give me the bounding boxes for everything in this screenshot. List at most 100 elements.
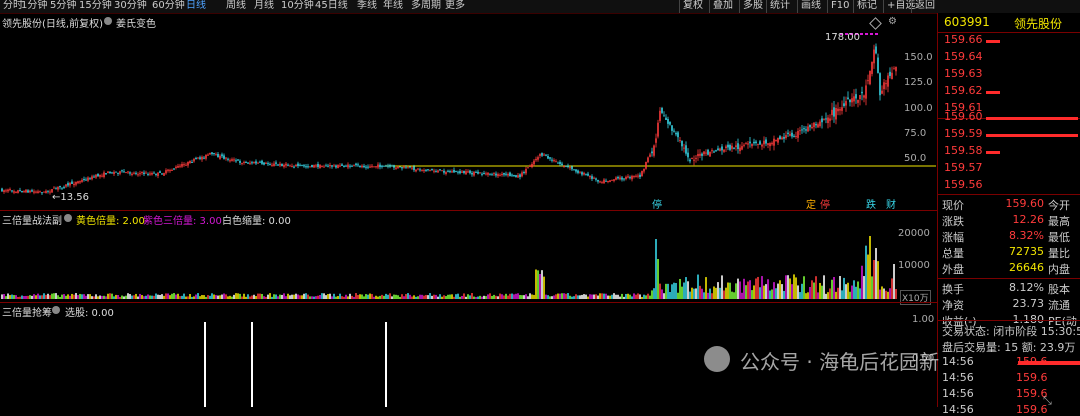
bid-price: 159.56 [944,178,983,191]
volume-bar [707,292,709,299]
toolbar-button[interactable]: 画线 [797,0,824,13]
candle-body [81,179,83,182]
timeframe-tab[interactable]: 30分钟 [114,0,147,12]
timeframe-tab[interactable]: 60分钟 [152,0,185,12]
candle-body [809,124,811,128]
candle-body [323,166,325,168]
volume-bar [699,285,701,299]
volume-bar [469,295,471,299]
candlestick-chart[interactable]: 停定停跌财 [0,14,936,210]
timeframe-tab[interactable]: 1分钟 [21,0,47,12]
ask-row[interactable]: 159.64 [938,50,1080,67]
volume-panel[interactable]: 三倍量战法副 黄色倍量: 2.00 紫色三倍量: 3.00 白色缩量: 0.00… [0,211,936,305]
candle-body [349,165,351,167]
candle-body [145,172,147,174]
candle-body [289,165,291,167]
volume-bar [61,294,63,299]
candle-body [549,157,551,159]
settings-icon[interactable]: ⚙ [888,16,897,27]
volume-bar [569,295,571,299]
candle-body [795,135,797,137]
ask-row[interactable]: 159.66 [938,33,1080,50]
volume-bar [457,293,459,299]
candle-body [439,169,441,171]
main-chart-panel[interactable]: 领先股份(日线,前复权) 姜氏变色 停定停跌财 150.0 125.0 100.0 7… [0,14,936,210]
candle-body [163,172,165,176]
volume-bar [811,280,813,299]
candle-body [329,164,331,167]
volume-bar [133,295,135,299]
candle-body [285,163,287,166]
candle-body [253,161,255,164]
candle-body [291,165,293,167]
bid-row[interactable]: 159.60 [938,110,1080,127]
bid-row[interactable]: 159.57 [938,161,1080,178]
candle-body [463,170,465,173]
volume-bar [235,293,237,299]
volume-chart[interactable] [0,211,936,302]
candle-body [475,171,477,173]
volume-bar [43,293,45,299]
volume-bar [289,295,291,299]
volume-bar [435,294,437,299]
candle-body [647,157,649,163]
toolbar-button[interactable]: 统计 [766,0,793,13]
timeframe-tab[interactable]: 日线 [186,0,206,12]
candle-body [85,179,87,181]
timeframe-tab[interactable]: 年线 [383,0,403,12]
timeframe-tab[interactable]: 月线 [254,0,274,12]
volume-bar [351,295,353,299]
volume-bar [403,296,405,299]
volume-bar [73,294,75,299]
watermark-text: 公众号 · 海龟后花园新 [740,350,940,374]
candle-body [797,131,799,138]
candle-body [743,144,745,146]
volume-bar [205,296,207,299]
volume-bar [453,296,455,299]
timeframe-tab[interactable]: 45日线 [315,0,348,12]
candle-body [341,164,343,166]
bid-row[interactable]: 159.58 [938,144,1080,161]
bid-row[interactable]: 159.59 [938,127,1080,144]
volume-bar [799,292,801,299]
volume-bar [545,294,547,299]
toolbar-button[interactable]: 标记 [853,0,880,13]
volume-bar [837,287,839,299]
candle-body [603,179,605,184]
candle-body [243,161,245,163]
toolbar-button[interactable]: 复权 [679,0,706,13]
candle-body [437,170,439,173]
toolbar-button[interactable]: 叠加 [709,0,736,13]
timeframe-tab[interactable]: 10分钟 [281,0,314,12]
timeframe-tab[interactable]: 周线 [226,0,246,12]
volume-bar [553,295,555,299]
toolbar-button[interactable]: F10 [827,0,852,13]
candle-body [49,191,51,193]
candle-body [847,97,849,100]
volume-bar [23,296,25,299]
bid-row[interactable]: 159.56 [938,178,1080,195]
volume-bar [35,295,37,299]
candle-body [489,173,491,175]
ask-row[interactable]: 159.63 [938,67,1080,84]
candle-body [481,173,483,175]
volume-bar [221,294,223,299]
candle-body [619,177,621,180]
timeframe-tab[interactable]: 5分钟 [50,0,76,12]
resize-icon[interactable]: ⤡ [1043,394,1052,408]
candle-body [325,165,327,167]
timeframe-tab[interactable]: 多周期 [411,0,441,12]
candle-body [677,132,679,138]
candle-body [19,190,21,192]
timeframe-tab[interactable]: 分时 [3,0,23,12]
ask-row[interactable]: 159.62 [938,84,1080,101]
timeframe-tab[interactable]: 15分钟 [79,0,112,12]
timeframe-tab[interactable]: 更多 [445,0,465,12]
toolbar-button[interactable]: 多股 [739,0,766,13]
volume-bar [177,293,179,299]
candle-body [43,191,45,193]
toolbar-button[interactable]: 返回 [911,0,938,13]
candle-body [479,172,481,174]
timeframe-tab[interactable]: 季线 [357,0,377,12]
volume-bar [301,295,303,299]
